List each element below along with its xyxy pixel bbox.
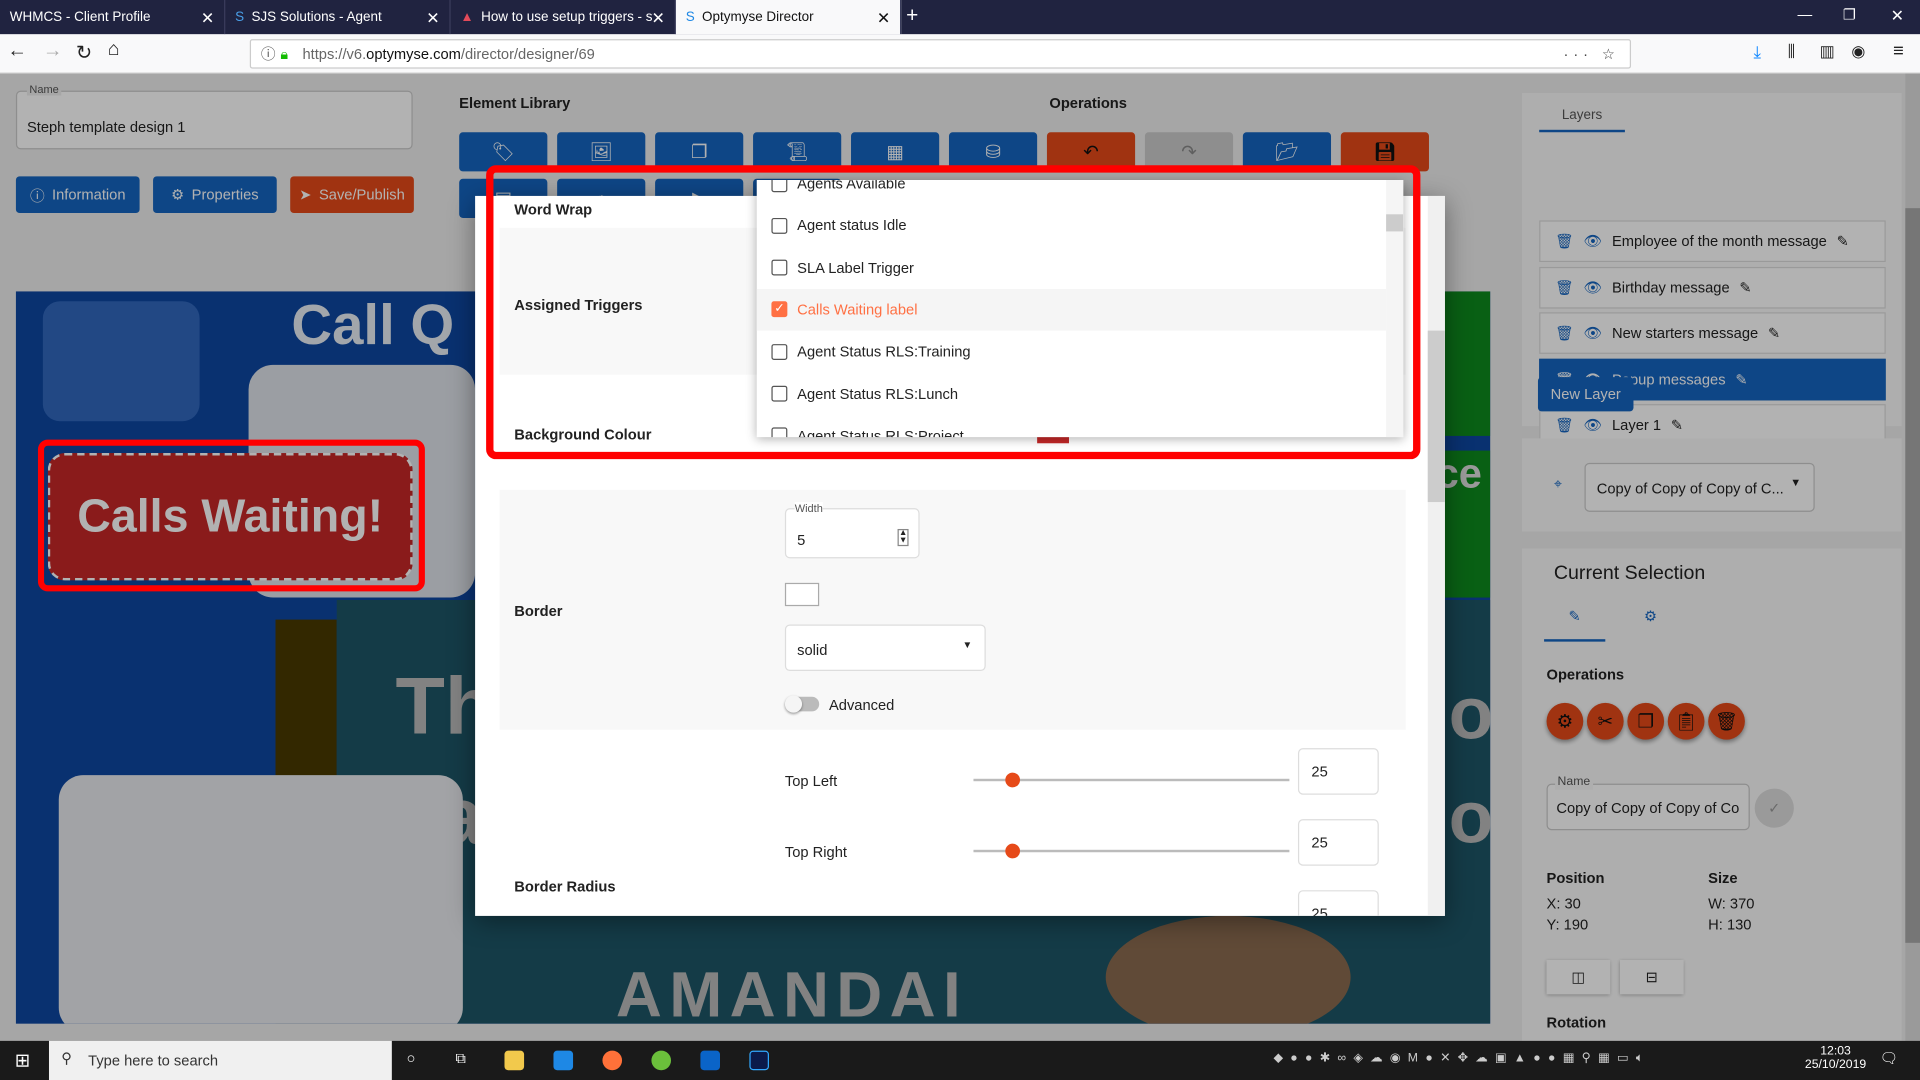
slider-thumb[interactable]: [1005, 843, 1021, 859]
notifications-icon[interactable]: 🗨︎: [1880, 1049, 1899, 1066]
close-icon[interactable]: ✕: [652, 9, 665, 29]
page-actions-icon[interactable]: ··· ☆: [1564, 40, 1620, 67]
border-colour-swatch[interactable]: [784, 582, 820, 607]
firefox-icon[interactable]: [602, 1050, 623, 1071]
border-row: [499, 489, 1406, 730]
url-bar[interactable]: ⓘ 🔒︎ https://v6.optymyse.com/director/de…: [249, 39, 1632, 69]
caret-down-icon: ▼: [962, 639, 973, 651]
forward-button[interactable]: →: [43, 40, 63, 62]
close-icon[interactable]: ✕: [877, 9, 890, 29]
back-button[interactable]: ←: [7, 40, 27, 62]
top-right-input[interactable]: 25: [1297, 819, 1379, 866]
close-icon[interactable]: ✕: [201, 9, 214, 29]
taskbar-search[interactable]: ⚲ Type here to search: [48, 1040, 392, 1080]
lock-icon: 🔒︎: [280, 45, 289, 63]
highlight-box: [37, 439, 425, 592]
border-style-select[interactable]: solid ▼: [784, 624, 986, 672]
sidebar-icon[interactable]: ▥: [1820, 42, 1835, 62]
new-tab-button[interactable]: +: [906, 4, 918, 28]
slider-thumb[interactable]: [1005, 772, 1021, 788]
navigation-bar: ← → ↻ ⌂ ⓘ 🔒︎ https://v6.optymyse.com/dir…: [0, 34, 1920, 74]
photoshop-icon[interactable]: [749, 1050, 769, 1071]
advanced-toggle[interactable]: [784, 695, 820, 713]
browser-tab[interactable]: WHMCS - Client Profile ✕: [0, 0, 226, 35]
restore-button[interactable]: ❐: [1843, 6, 1856, 23]
edge-icon[interactable]: [553, 1050, 574, 1071]
search-icon: ⚲: [61, 1049, 72, 1067]
bottom-left-input[interactable]: 25: [1297, 890, 1379, 916]
system-tray-icons[interactable]: ◆●●✱∞◈☁◉M●✕✥☁▣▲●●▦⚲▦▭🔈︎: [1273, 1052, 1650, 1065]
app-c-icon[interactable]: [651, 1050, 672, 1071]
file-explorer-icon[interactable]: [504, 1050, 525, 1071]
highlight-box: [486, 165, 1421, 460]
triangle-logo-icon: ▲: [460, 9, 474, 25]
menu-icon[interactable]: ≡: [1893, 40, 1904, 61]
optymyse-logo-icon: S: [235, 9, 245, 25]
info-icon: ⓘ: [260, 45, 276, 63]
close-icon[interactable]: ✕: [426, 9, 439, 29]
reload-button[interactable]: ↻: [76, 40, 92, 64]
browser-tab-active[interactable]: S Optymyse Director ✕: [675, 0, 902, 35]
top-left-input[interactable]: 25: [1297, 748, 1379, 795]
browser-tab-bar: WHMCS - Client Profile ✕ S SJS Solutions -…: [0, 0, 1920, 35]
windows-start-icon[interactable]: ⊞: [15, 1049, 30, 1072]
close-window-button[interactable]: ✕: [1891, 6, 1904, 26]
task-view-icon[interactable]: ⧉: [456, 1049, 467, 1067]
account-icon[interactable]: ◉: [1851, 42, 1865, 62]
top-left-slider[interactable]: [973, 772, 1290, 788]
clock[interactable]: 12:03 25/10/2019: [1805, 1044, 1866, 1071]
home-button[interactable]: ⌂: [108, 39, 120, 61]
border-width-field[interactable]: Width 5 ▲ ▼: [784, 502, 920, 559]
browser-tab[interactable]: S SJS Solutions - Agent ✕: [225, 0, 451, 35]
top-right-slider[interactable]: [973, 843, 1290, 859]
minimize-button[interactable]: —: [1798, 6, 1813, 23]
stepper-icon[interactable]: ▲ ▼: [897, 528, 909, 547]
library-icon[interactable]: ⫼: [1788, 42, 1795, 62]
browser-tab[interactable]: ▲ How to use setup triggers - step ✕: [451, 0, 676, 35]
download-icon[interactable]: ⤓: [1753, 42, 1761, 63]
outlook-icon[interactable]: [700, 1050, 721, 1071]
taskbar: ⊞ ⚲ Type here to search ○ ⧉ ◆●●✱∞◈☁◉M●✕✥☁…: [0, 1040, 1920, 1080]
optymyse-logo-icon: S: [685, 9, 695, 25]
modal-scrollbar[interactable]: [1427, 195, 1445, 916]
cortana-icon[interactable]: ○: [407, 1049, 416, 1066]
